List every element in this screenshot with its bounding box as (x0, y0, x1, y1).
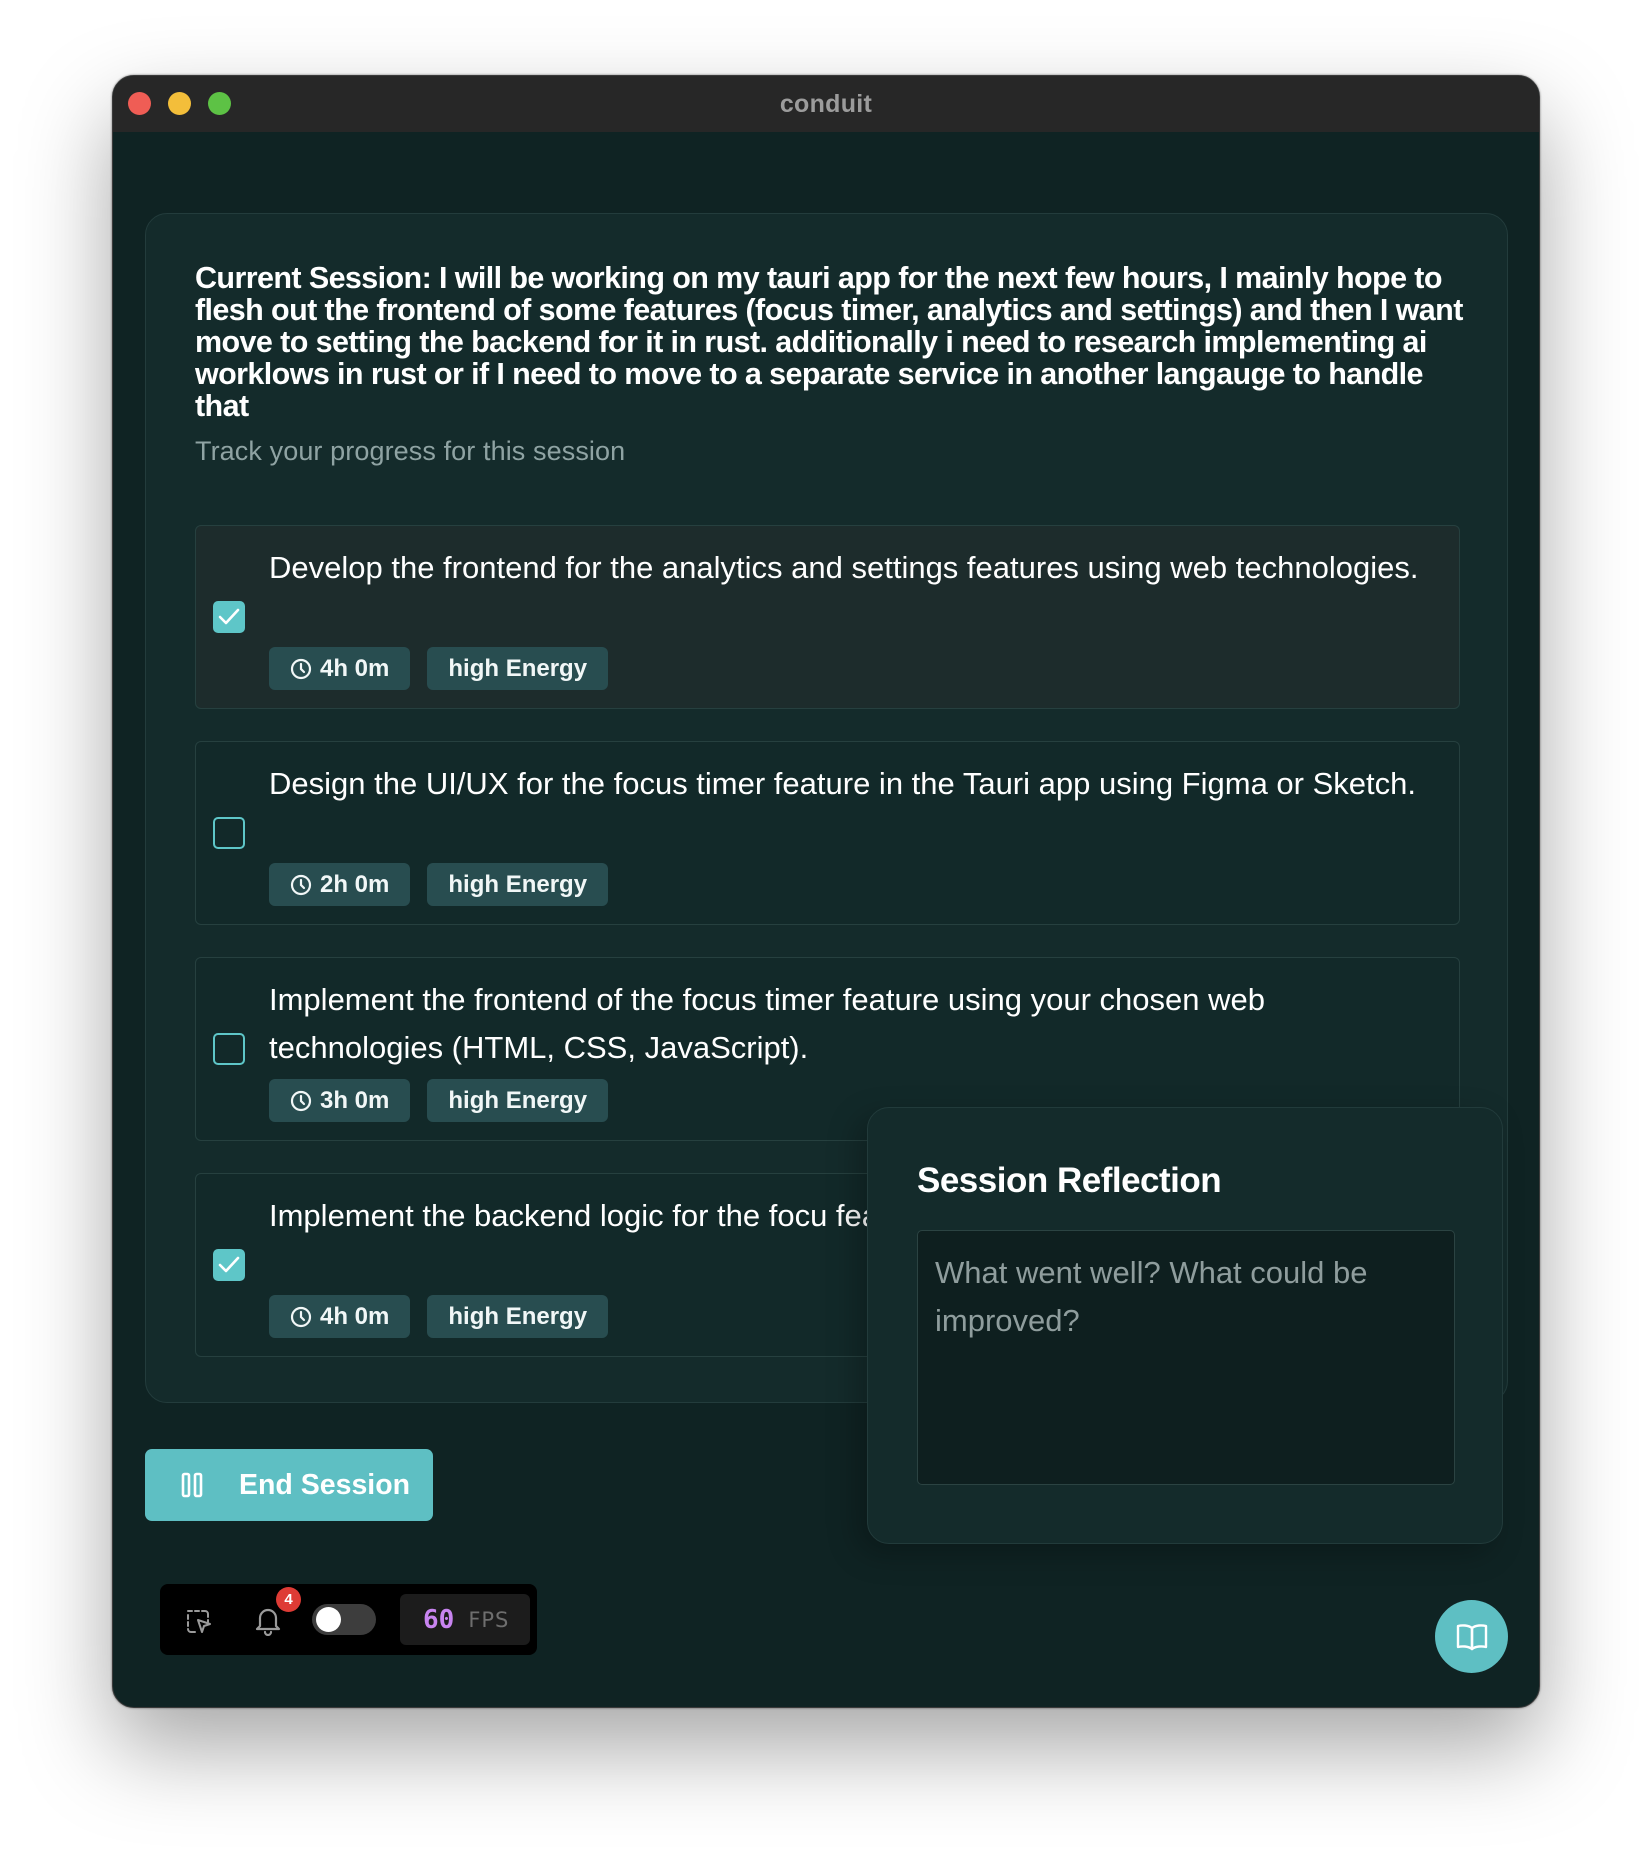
energy-tag: high Energy (427, 1079, 609, 1122)
fps-counter: 60 FPS (400, 1594, 530, 1645)
session-title: Current Session: I will be working on my… (195, 261, 1463, 423)
book-icon (1456, 1623, 1487, 1650)
task-text: Develop the frontend for the analytics a… (269, 550, 1419, 585)
task-tags: 2h 0m high Energy (269, 863, 609, 906)
session-subtitle: Track your progress for this session (195, 436, 626, 466)
title-bar: conduit (113, 76, 1539, 132)
clock-icon (290, 1306, 312, 1327)
pause-icon (181, 1472, 203, 1498)
duration-label: 3h 0m (320, 1086, 390, 1114)
devtools-toggle[interactable] (312, 1604, 376, 1635)
close-window-button[interactable] (128, 92, 151, 115)
task-checkbox[interactable] (213, 1249, 245, 1281)
duration-tag: 2h 0m (269, 863, 411, 906)
bell-icon[interactable] (253, 1604, 283, 1636)
task-checkbox[interactable] (213, 601, 245, 633)
task-text: Implement the frontend of the focus time… (269, 982, 1265, 1065)
duration-label: 2h 0m (320, 870, 390, 898)
end-session-label: End Session (239, 1468, 411, 1501)
task-checkbox[interactable] (213, 817, 245, 849)
reflection-textarea[interactable] (917, 1230, 1455, 1485)
clock-icon (290, 658, 312, 679)
app-window: conduit Current Session: I will be worki… (112, 75, 1540, 1708)
end-session-button[interactable]: End Session (145, 1449, 433, 1521)
maximize-window-button[interactable] (208, 92, 231, 115)
energy-tag: high Energy (427, 1295, 609, 1338)
energy-tag: high Energy (427, 863, 609, 906)
task-tags: 4h 0m high Energy (269, 647, 609, 690)
check-icon (218, 608, 240, 625)
select-cursor-icon[interactable] (183, 1606, 213, 1636)
docs-button[interactable] (1435, 1600, 1508, 1673)
duration-tag: 4h 0m (269, 1295, 411, 1338)
task-text: Design the UI/UX for the focus timer fea… (269, 766, 1416, 801)
duration-tag: 4h 0m (269, 647, 411, 690)
check-icon (218, 1256, 240, 1273)
fps-value: 60 (423, 1604, 455, 1635)
clock-icon (290, 1090, 312, 1111)
energy-tag: high Energy (427, 647, 609, 690)
task-item: Develop the frontend for the analytics a… (195, 525, 1460, 709)
fps-label: FPS (468, 1607, 510, 1632)
reflection-title: Session Reflection (917, 1161, 1222, 1200)
task-tags: 4h 0m high Energy (269, 1295, 609, 1338)
session-reflection-panel: Session Reflection (867, 1107, 1503, 1544)
task-item: Design the UI/UX for the focus timer fea… (195, 741, 1460, 925)
window-title: conduit (779, 89, 873, 118)
duration-tag: 3h 0m (269, 1079, 411, 1122)
window-controls (128, 92, 231, 115)
duration-label: 4h 0m (320, 1302, 390, 1330)
toggle-knob (316, 1607, 341, 1632)
task-checkbox[interactable] (213, 1033, 245, 1065)
dev-toolbar: 4 60 FPS (160, 1584, 537, 1655)
duration-label: 4h 0m (320, 654, 390, 682)
task-tags: 3h 0m high Energy (269, 1079, 609, 1122)
notification-badge: 4 (276, 1587, 301, 1612)
clock-icon (290, 874, 312, 895)
minimize-window-button[interactable] (168, 92, 191, 115)
